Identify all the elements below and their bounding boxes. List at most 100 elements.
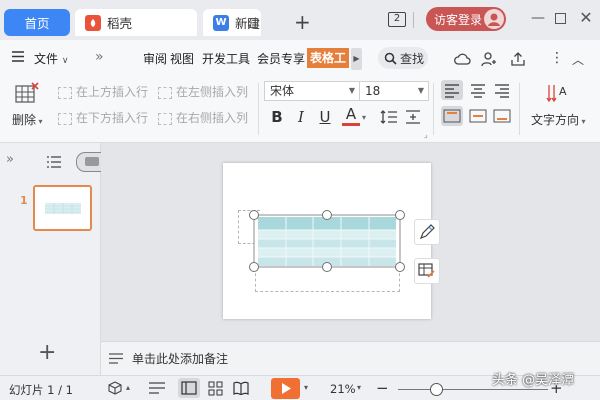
cube-icon[interactable] [108, 381, 122, 395]
chevron-down-icon[interactable]: ▾ [304, 383, 308, 392]
font-dialog-launcher-icon[interactable]: ⌟ [424, 130, 428, 139]
slide-view-icon [85, 157, 99, 166]
delete-button[interactable]: 删除 ▾ [12, 111, 43, 128]
login-button[interactable]: 访客登录 [426, 7, 506, 31]
font-color-button[interactable]: A [342, 106, 360, 126]
minimize-button[interactable]: — [530, 10, 546, 26]
insert-col-left-icon [158, 86, 172, 99]
writer-logo-icon: W [213, 14, 229, 31]
delete-table-icon[interactable] [14, 82, 40, 104]
tab-view-label: 视图 [170, 52, 195, 66]
text-direction-button[interactable]: 文字方向 ▾ [531, 111, 586, 128]
normal-view-button[interactable] [178, 378, 200, 398]
insert-col-right-icon [158, 112, 172, 125]
tab-review[interactable]: 审阅 [143, 50, 167, 68]
chevron-up-icon[interactable]: ▴ [126, 383, 130, 392]
table-style-button[interactable] [414, 258, 440, 284]
expand-sidebar-icon[interactable]: » [6, 152, 14, 167]
pen-icon [419, 224, 435, 240]
table-style-icon [418, 263, 435, 278]
chevron-down-icon: ∨ [61, 56, 69, 66]
cloud-icon[interactable] [453, 52, 471, 66]
outline-view-icon[interactable] [47, 156, 61, 168]
italic-button[interactable]: I [292, 108, 310, 126]
tab-home-label: 首页 [24, 16, 50, 31]
file-menu[interactable]: 文件 ∨ [34, 50, 68, 68]
paragraph-spacing-icon[interactable] [404, 109, 422, 125]
text-direction-icon[interactable]: A [545, 82, 569, 106]
tab-developer[interactable]: 开发工具 [202, 50, 250, 68]
tab-bar: 首页 稻壳 W 新建 + 2 访客登录 — ✕ [0, 0, 600, 40]
align-middle-button[interactable] [467, 106, 489, 126]
insert-row-above-label: 在上方插入行 [76, 85, 149, 99]
tab-view[interactable]: 视图 [170, 50, 194, 68]
align-right-button[interactable] [491, 80, 513, 100]
new-tab-button[interactable]: + [294, 12, 311, 32]
insert-row-above-button[interactable]: 在上方插入行 [58, 83, 148, 100]
text-direction-label: 文字方向 [531, 113, 580, 127]
notes-toggle-icon[interactable] [149, 382, 165, 395]
divider [519, 83, 520, 135]
tab-table-tools[interactable]: 表格工具 [307, 48, 349, 68]
align-top-button[interactable] [441, 106, 463, 126]
maximize-button[interactable] [555, 13, 566, 24]
login-label: 访客登录 [434, 12, 483, 27]
search-button[interactable]: 查找 [378, 47, 428, 69]
underline-button[interactable]: U [316, 108, 334, 126]
font-size-select[interactable]: 18 ▼ [359, 81, 429, 101]
format-shape-button[interactable] [414, 219, 440, 245]
menu-bar: 文件 ∨ » ◀ 审阅 视图 开发工具 会员专享 表格工具 ▶ ⋮ ︿ [0, 40, 600, 109]
notes-placeholder: 单击此处添加备注 [132, 352, 229, 366]
tab-home[interactable]: 首页 [4, 9, 70, 36]
tab-member[interactable]: 会员专享 [257, 50, 305, 68]
normal-view-icon [181, 381, 197, 395]
zoom-level[interactable]: 21% [330, 382, 356, 396]
slide-counter: 幻灯片 1 / 1 [9, 383, 73, 397]
chevron-down-icon[interactable]: ▾ [357, 383, 361, 392]
close-button[interactable]: ✕ [578, 10, 594, 26]
divider [258, 83, 259, 135]
selected-table[interactable] [249, 210, 405, 272]
tab-daoke[interactable]: 稻壳 [75, 9, 197, 36]
watermark: 头条 @吴泽潭 [492, 373, 575, 388]
align-bottom-button[interactable] [491, 106, 513, 126]
insert-row-below-button[interactable]: 在下方插入行 [58, 109, 148, 126]
chevron-down-icon[interactable]: ▾ [362, 113, 366, 122]
insert-row-above-icon [58, 86, 72, 99]
insert-col-left-button[interactable]: 在左侧插入列 [158, 83, 248, 100]
screen-count-badge[interactable]: 2 [388, 12, 406, 27]
zoom-slider[interactable] [398, 389, 548, 390]
hamburger-icon[interactable] [12, 51, 24, 62]
chevron-down-icon: ▼ [417, 86, 424, 95]
play-slideshow-button[interactable] [271, 378, 300, 399]
sorter-view-button[interactable] [208, 381, 223, 396]
tab-table-tools-label: 表格工具 [310, 51, 347, 65]
line-spacing-icon[interactable] [380, 109, 398, 125]
collapse-ribbon-icon[interactable]: ︿ [572, 51, 584, 68]
double-chevron-icon[interactable]: » [95, 48, 104, 66]
tab-window-icon[interactable] [248, 18, 258, 28]
scroll-right-button[interactable]: ▶ [351, 48, 362, 70]
table-thumbnail-icon [45, 203, 81, 214]
bold-button[interactable]: B [268, 108, 286, 126]
search-icon [384, 52, 397, 65]
more-options-icon[interactable]: ⋮ [550, 50, 564, 66]
align-center-button[interactable] [467, 80, 489, 100]
font-size-value: 18 [365, 84, 381, 98]
add-user-icon[interactable] [481, 51, 497, 67]
reading-view-button[interactable] [233, 381, 249, 395]
zoom-out-button[interactable]: − [376, 379, 389, 397]
slide-thumbnail[interactable] [33, 185, 92, 231]
add-slide-button[interactable]: + [38, 342, 56, 364]
chevron-down-icon: ▾ [36, 117, 43, 126]
svg-text:A: A [559, 85, 567, 98]
slide-view-toggle[interactable] [76, 152, 101, 172]
insert-col-right-button[interactable]: 在右侧插入列 [158, 109, 248, 126]
insert-col-left-label: 在左侧插入列 [176, 85, 249, 99]
zoom-slider-knob[interactable] [429, 383, 443, 396]
insert-row-below-label: 在下方插入行 [76, 111, 149, 125]
share-icon[interactable] [510, 51, 526, 67]
align-left-button[interactable] [441, 80, 463, 100]
grid-icon [208, 381, 223, 396]
font-family-select[interactable]: 宋体 ▼ [264, 81, 360, 101]
